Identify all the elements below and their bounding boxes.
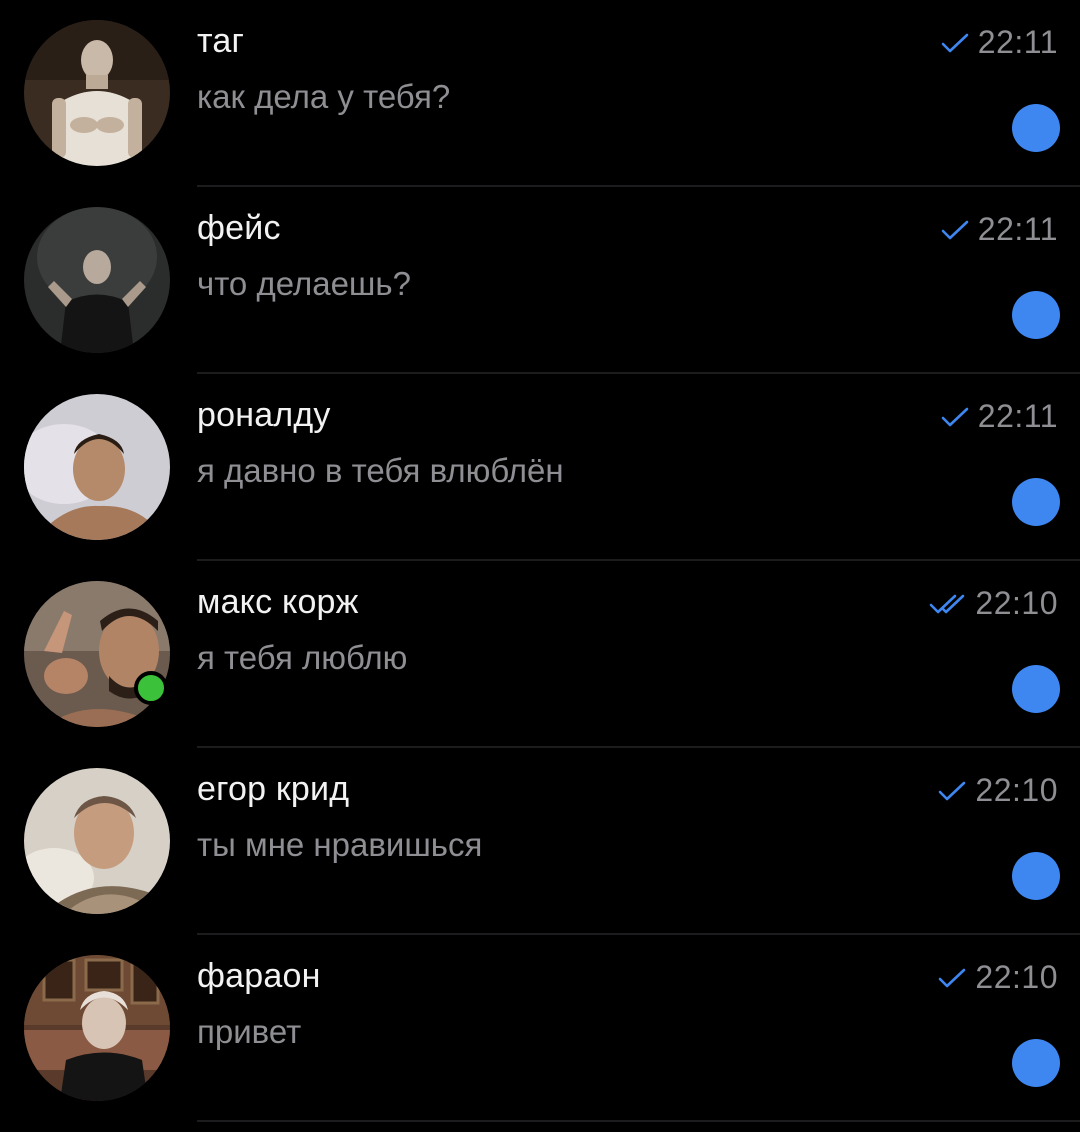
chat-preview: привет (197, 1013, 302, 1050)
chat-name: макс корж (197, 583, 359, 621)
chat-row[interactable]: таг как дела у тебя? 22:11 (0, 0, 1080, 187)
chat-meta: 22:11 (940, 398, 1058, 435)
double-check-icon (929, 593, 967, 615)
chat-row[interactable]: макс корж я тебя люблю 22:10 (0, 561, 1080, 748)
chat-name: фараон (197, 957, 321, 995)
single-check-icon (940, 219, 970, 241)
chat-time: 22:11 (977, 24, 1058, 60)
chat-row[interactable]: роналду я давно в тебя влюблён 22:11 (0, 374, 1080, 561)
chat-preview: я тебя люблю (197, 639, 408, 676)
chat-time: 22:10 (975, 585, 1058, 621)
chat-meta: 22:10 (929, 585, 1058, 622)
chat-meta: 22:10 (937, 772, 1058, 809)
avatar[interactable] (24, 955, 170, 1101)
chat-time: 22:11 (977, 398, 1058, 434)
chat-preview: я давно в тебя влюблён (197, 452, 564, 489)
single-check-icon (940, 32, 970, 54)
chat-name: таг (197, 22, 245, 60)
chat-row[interactable]: егор крид ты мне нравишься 22:10 (0, 748, 1080, 935)
online-indicator (134, 671, 168, 705)
unread-indicator (1012, 852, 1060, 900)
unread-indicator (1012, 104, 1060, 152)
single-check-icon (937, 780, 967, 802)
divider (197, 1120, 1080, 1122)
chat-list: таг как дела у тебя? 22:11 фейс что дела… (0, 0, 1080, 1132)
unread-indicator (1012, 665, 1060, 713)
chat-name: фейс (197, 209, 281, 247)
chat-preview: как дела у тебя? (197, 78, 451, 115)
chat-row[interactable]: фейс что делаешь? 22:11 (0, 187, 1080, 374)
unread-indicator (1012, 478, 1060, 526)
chat-meta: 22:10 (937, 959, 1058, 996)
single-check-icon (937, 967, 967, 989)
chat-preview: что делаешь? (197, 265, 411, 302)
avatar[interactable] (24, 20, 170, 166)
avatar[interactable] (24, 768, 170, 914)
avatar[interactable] (24, 207, 170, 353)
chat-time: 22:10 (975, 772, 1058, 808)
chat-time: 22:10 (975, 959, 1058, 995)
unread-indicator (1012, 1039, 1060, 1087)
avatar[interactable] (24, 581, 170, 727)
chat-name: роналду (197, 396, 331, 434)
chat-meta: 22:11 (940, 24, 1058, 61)
avatar[interactable] (24, 394, 170, 540)
single-check-icon (940, 406, 970, 428)
chat-time: 22:11 (977, 211, 1058, 247)
chat-meta: 22:11 (940, 211, 1058, 248)
chat-row[interactable]: фараон привет 22:10 (0, 935, 1080, 1122)
unread-indicator (1012, 291, 1060, 339)
chat-preview: ты мне нравишься (197, 826, 483, 863)
chat-name: егор крид (197, 770, 350, 808)
